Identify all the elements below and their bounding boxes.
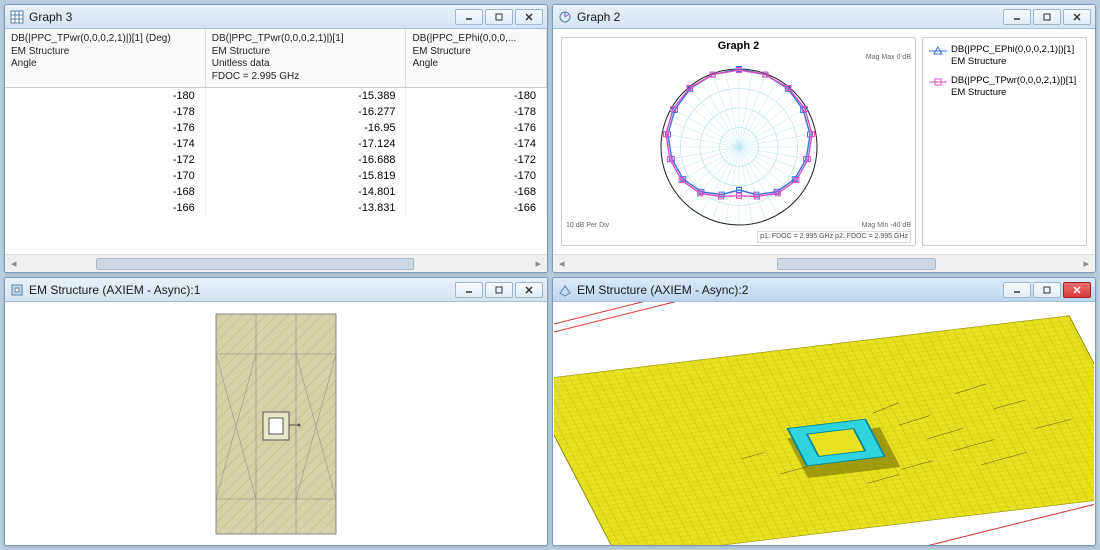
title-em1: EM Structure (AXIEM - Async):1 [29, 283, 453, 297]
polar-svg [634, 55, 844, 230]
table-row: -174-17.124-174 [5, 136, 547, 152]
chart-icon [557, 9, 573, 25]
table-row: -168-14.801-168 [5, 184, 547, 200]
table-row: -170-15.819-170 [5, 168, 547, 184]
window-em1: EM Structure (AXIEM - Async):1 [4, 277, 548, 546]
col-header-0[interactable]: DB(|PPC_TPwr(0,0,0,2,1)|)[1] (Deg) EM St… [5, 29, 206, 87]
titlebar-em1[interactable]: EM Structure (AXIEM - Async):1 [5, 278, 547, 302]
chart-footer: p1: FDOC = 2.995 GHz p2: FDOC = 2.995 GH… [757, 231, 911, 243]
legend-label-1: DB(|PPC_TPwr(0,0,0,2,1)|)[1] EM Structur… [951, 75, 1076, 100]
col-header-1[interactable]: DB(|PPC_TPwr(0,0,0,2,1)|)[1] EM Structur… [206, 29, 407, 87]
legend-item-1[interactable]: DB(|PPC_TPwr(0,0,0,2,1)|)[1] EM Structur… [929, 75, 1080, 100]
table-content: DB(|PPC_TPwr(0,0,0,2,1)|)[1] (Deg) EM St… [5, 29, 547, 272]
close-button[interactable] [1063, 9, 1091, 25]
window-controls [1001, 9, 1091, 25]
table-rows[interactable]: -180-15.389-180 -178-16.277-178 -176-16.… [5, 88, 547, 254]
axis-label-bottomleft: 10 dB Per Div [566, 222, 609, 229]
em2-mesh [554, 302, 1094, 545]
axis-label-topright: Mag Max 0 dB [866, 54, 911, 61]
minimize-button[interactable] [1003, 282, 1031, 298]
titlebar-graph2[interactable]: Graph 2 [553, 5, 1095, 29]
maximize-button[interactable] [1033, 282, 1061, 298]
em2-viewport[interactable] [553, 302, 1095, 545]
close-button[interactable] [1063, 282, 1091, 298]
table-row: -176-16.95-176 [5, 120, 547, 136]
table-row: -172-16.688-172 [5, 152, 547, 168]
horizontal-scrollbar-graph2[interactable]: ◂▸ [553, 254, 1095, 272]
close-button[interactable] [515, 9, 543, 25]
titlebar-em2[interactable]: EM Structure (AXIEM - Async):2 [553, 278, 1095, 302]
title-em2: EM Structure (AXIEM - Async):2 [577, 283, 1001, 297]
maximize-button[interactable] [485, 282, 513, 298]
window-controls [1001, 282, 1091, 298]
legend-swatch-0 [929, 46, 947, 56]
axis-label-bottomright: Mag Min -40 dB [862, 222, 911, 229]
polar-chart[interactable]: Graph 2 Mag Max 0 dB Mag Min -40 dB 10 d… [561, 37, 916, 246]
titlebar-graph3[interactable]: Graph 3 [5, 5, 547, 29]
window-controls [453, 282, 543, 298]
window-em2: EM Structure (AXIEM - Async):2 [552, 277, 1096, 546]
window-graph3: Graph 3 DB(|PPC_TPwr(0,0,0,2,1)|)[1] (De… [4, 4, 548, 273]
em1-viewport[interactable] [5, 302, 547, 545]
em1-layout [181, 309, 371, 539]
title-graph2: Graph 2 [577, 10, 1001, 24]
em-3d-icon [557, 282, 573, 298]
legend-item-0[interactable]: DB(|PPC_EPhi(0,0,0,2,1)|)[1] EM Structur… [929, 44, 1080, 69]
em-layout-icon [9, 282, 25, 298]
horizontal-scrollbar[interactable]: ◂▸ [5, 254, 547, 272]
window-graph2: Graph 2 Graph 2 Mag Max 0 dB Mag Min -40… [552, 4, 1096, 273]
table-row: -178-16.277-178 [5, 104, 547, 120]
legend-label-0: DB(|PPC_EPhi(0,0,0,2,1)|)[1] EM Structur… [951, 44, 1074, 69]
minimize-button[interactable] [455, 282, 483, 298]
table-headers: DB(|PPC_TPwr(0,0,0,2,1)|)[1] (Deg) EM St… [5, 29, 547, 88]
maximize-button[interactable] [1033, 9, 1061, 25]
table-row: -180-15.389-180 [5, 88, 547, 104]
graph2-content: Graph 2 Mag Max 0 dB Mag Min -40 dB 10 d… [553, 29, 1095, 254]
maximize-button[interactable] [485, 9, 513, 25]
table-icon [9, 9, 25, 25]
minimize-button[interactable] [455, 9, 483, 25]
window-controls [453, 9, 543, 25]
close-button[interactable] [515, 282, 543, 298]
legend: DB(|PPC_EPhi(0,0,0,2,1)|)[1] EM Structur… [922, 37, 1087, 246]
table-row: -166-13.831-166 [5, 200, 547, 216]
col-header-2[interactable]: DB(|PPC_EPhi(0,0,0,... EM Structure Angl… [406, 29, 547, 87]
title-graph3: Graph 3 [29, 10, 453, 24]
minimize-button[interactable] [1003, 9, 1031, 25]
polar-title: Graph 2 [562, 38, 915, 54]
legend-swatch-1 [929, 77, 947, 87]
